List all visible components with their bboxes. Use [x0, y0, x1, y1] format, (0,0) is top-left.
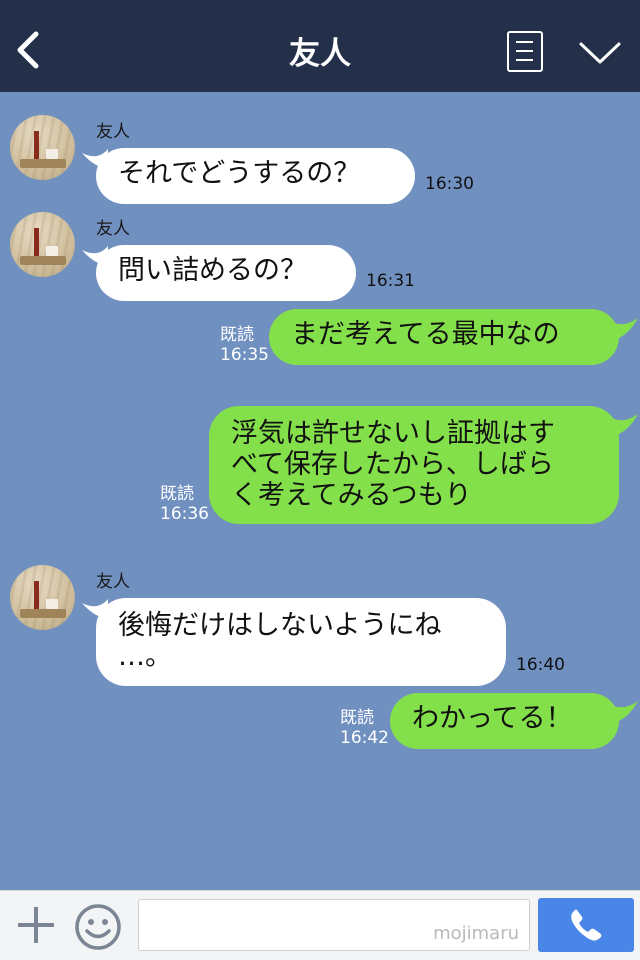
- smiley-icon[interactable]: [74, 903, 122, 951]
- plus-icon[interactable]: [16, 905, 56, 945]
- message-bubble[interactable]: それでどうするの？: [96, 148, 415, 204]
- avatar[interactable]: [10, 565, 75, 630]
- message-bubble[interactable]: 後悔だけはしないようにね …。: [96, 598, 506, 686]
- sender-name: 友人: [96, 572, 130, 592]
- message-text-line: く考えてみるつもり: [231, 480, 472, 511]
- input-bar: mojimaru: [0, 890, 640, 960]
- message-text-line: …。: [118, 641, 172, 672]
- watermark-text: mojimaru: [433, 923, 519, 944]
- call-button[interactable]: [538, 898, 634, 952]
- message-time: 16:36: [160, 504, 209, 524]
- message-bubble[interactable]: 浮気は許せないし証拠はす べて保存したから、しばら く考えてみるつもり: [209, 406, 619, 524]
- read-receipt: 既読: [220, 325, 254, 345]
- sender-name: 友人: [96, 122, 130, 142]
- chevron-down-icon[interactable]: [578, 40, 622, 66]
- read-receipt: 既読: [160, 484, 194, 504]
- message-input[interactable]: mojimaru: [138, 899, 530, 951]
- message-text: 問い詰めるの？: [118, 255, 307, 286]
- message-time: 16:35: [220, 345, 269, 365]
- sender-name: 友人: [96, 219, 130, 239]
- notes-icon[interactable]: [507, 31, 543, 72]
- message-text-line: 後悔だけはしないようにね: [118, 610, 442, 641]
- message-text: まだ考えてる最中なの: [291, 319, 560, 350]
- bubble-tail: [612, 318, 638, 340]
- message-bubble[interactable]: わかってる！: [390, 693, 619, 749]
- avatar[interactable]: [10, 212, 75, 277]
- read-receipt: 既読: [340, 708, 374, 728]
- message-bubble[interactable]: 問い詰めるの？: [96, 245, 356, 301]
- chat-title: 友人: [289, 36, 351, 72]
- message-time: 16:30: [425, 174, 474, 194]
- message-time: 16:31: [366, 271, 415, 291]
- message-time: 16:42: [340, 728, 389, 748]
- message-bubble[interactable]: まだ考えてる最中なの: [269, 309, 619, 365]
- phone-icon: [571, 909, 602, 941]
- bubble-tail: [612, 701, 638, 723]
- message-text-line: べて保存したから、しばら: [231, 449, 554, 480]
- chat-header: 友人: [0, 0, 640, 92]
- bubble-tail: [612, 414, 638, 436]
- avatar[interactable]: [10, 115, 75, 180]
- message-text: わかってる！: [412, 703, 573, 734]
- message-text: それでどうするの？: [118, 158, 361, 189]
- message-text-line: 浮気は許せないし証拠はす: [231, 418, 555, 449]
- chat-area[interactable]: 友人 それでどうするの？ 16:30 友人 問い詰めるの？ 16:31 既読 1…: [0, 92, 640, 890]
- message-time: 16:40: [516, 655, 565, 675]
